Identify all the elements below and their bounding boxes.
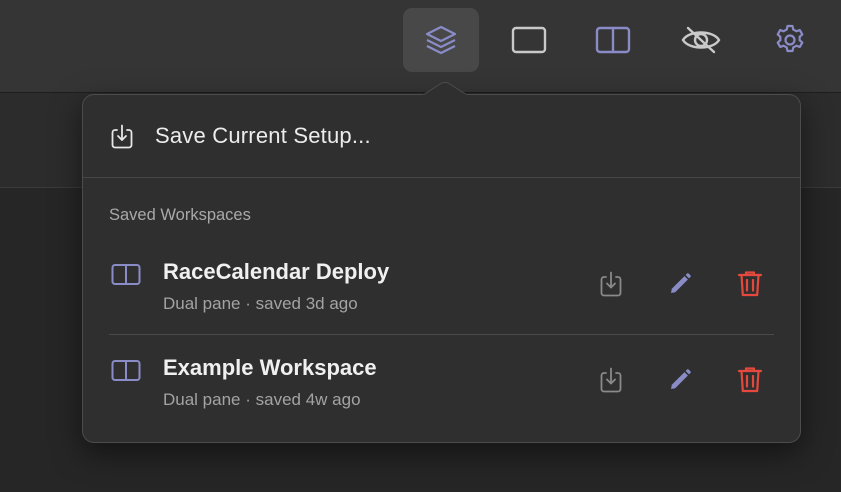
load-workspace-button[interactable]	[596, 367, 626, 397]
load-icon	[598, 270, 624, 303]
workspace-meta: Dual pane · saved 3d ago	[163, 294, 358, 313]
workspace-item[interactable]: RaceCalendar Deploy Dual pane · saved 3d…	[83, 241, 800, 337]
dual-pane-icon	[111, 359, 141, 388]
layers-icon	[424, 23, 458, 57]
rename-workspace-button[interactable]	[665, 367, 695, 397]
pencil-icon	[668, 368, 692, 397]
workspace-name: Example Workspace	[163, 355, 377, 380]
hide-button[interactable]	[663, 8, 739, 72]
workspace-item[interactable]: Example Workspace Dual pane · saved 4w a…	[83, 337, 800, 433]
dual-pane-icon	[111, 263, 141, 292]
save-icon	[110, 124, 134, 155]
dual-pane-icon	[595, 26, 631, 54]
save-current-setup-label: Save Current Setup...	[155, 123, 371, 148]
divider	[109, 334, 774, 335]
settings-button[interactable]	[752, 8, 828, 72]
single-pane-button[interactable]	[491, 8, 567, 72]
rename-workspace-button[interactable]	[665, 271, 695, 301]
dual-pane-button[interactable]	[575, 8, 651, 72]
load-workspace-button[interactable]	[596, 271, 626, 301]
single-pane-icon	[511, 26, 547, 54]
eye-slash-icon	[680, 25, 722, 55]
workspace-name: RaceCalendar Deploy	[163, 259, 390, 284]
toolbar	[0, 0, 841, 93]
trash-icon	[737, 366, 763, 399]
delete-workspace-button[interactable]	[735, 366, 765, 399]
delete-workspace-button[interactable]	[735, 270, 765, 303]
workspaces-button[interactable]	[403, 8, 479, 72]
workspaces-popover: Save Current Setup... Saved Workspaces R…	[82, 94, 801, 443]
pencil-icon	[668, 272, 692, 301]
popover-arrow	[423, 82, 467, 96]
section-title: Saved Workspaces	[109, 206, 251, 224]
workspace-meta: Dual pane · saved 4w ago	[163, 390, 361, 409]
save-current-setup-button[interactable]: Save Current Setup...	[83, 95, 800, 178]
trash-icon	[737, 270, 763, 303]
gear-icon	[773, 23, 807, 57]
load-icon	[598, 366, 624, 399]
